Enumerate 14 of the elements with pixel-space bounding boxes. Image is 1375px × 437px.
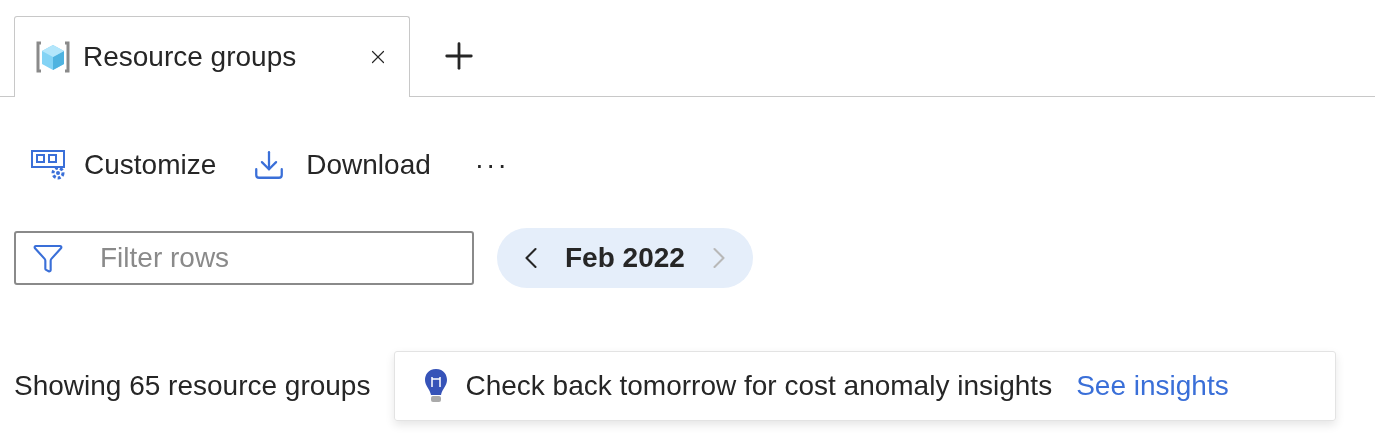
more-button[interactable]: ··· <box>466 144 509 186</box>
customize-button[interactable]: Customize <box>30 144 217 186</box>
filter-icon <box>32 242 64 274</box>
filter-field[interactable]: Filter rows <box>14 231 474 285</box>
summary-text: Showing 65 resource groups <box>14 369 371 403</box>
tab-label: Resource groups <box>83 40 298 74</box>
cube-icon <box>35 40 71 74</box>
customize-icon <box>30 149 68 181</box>
insight-message: Check back tomorrow for cost anomaly insights <box>465 369 1053 403</box>
period-label: Feb 2022 <box>565 241 685 275</box>
lightbulb-icon <box>423 367 450 405</box>
tab[interactable]: Resource groups <box>14 16 410 97</box>
see-insights-link[interactable]: See insights <box>1076 365 1229 407</box>
download-button[interactable]: Download <box>252 144 431 186</box>
